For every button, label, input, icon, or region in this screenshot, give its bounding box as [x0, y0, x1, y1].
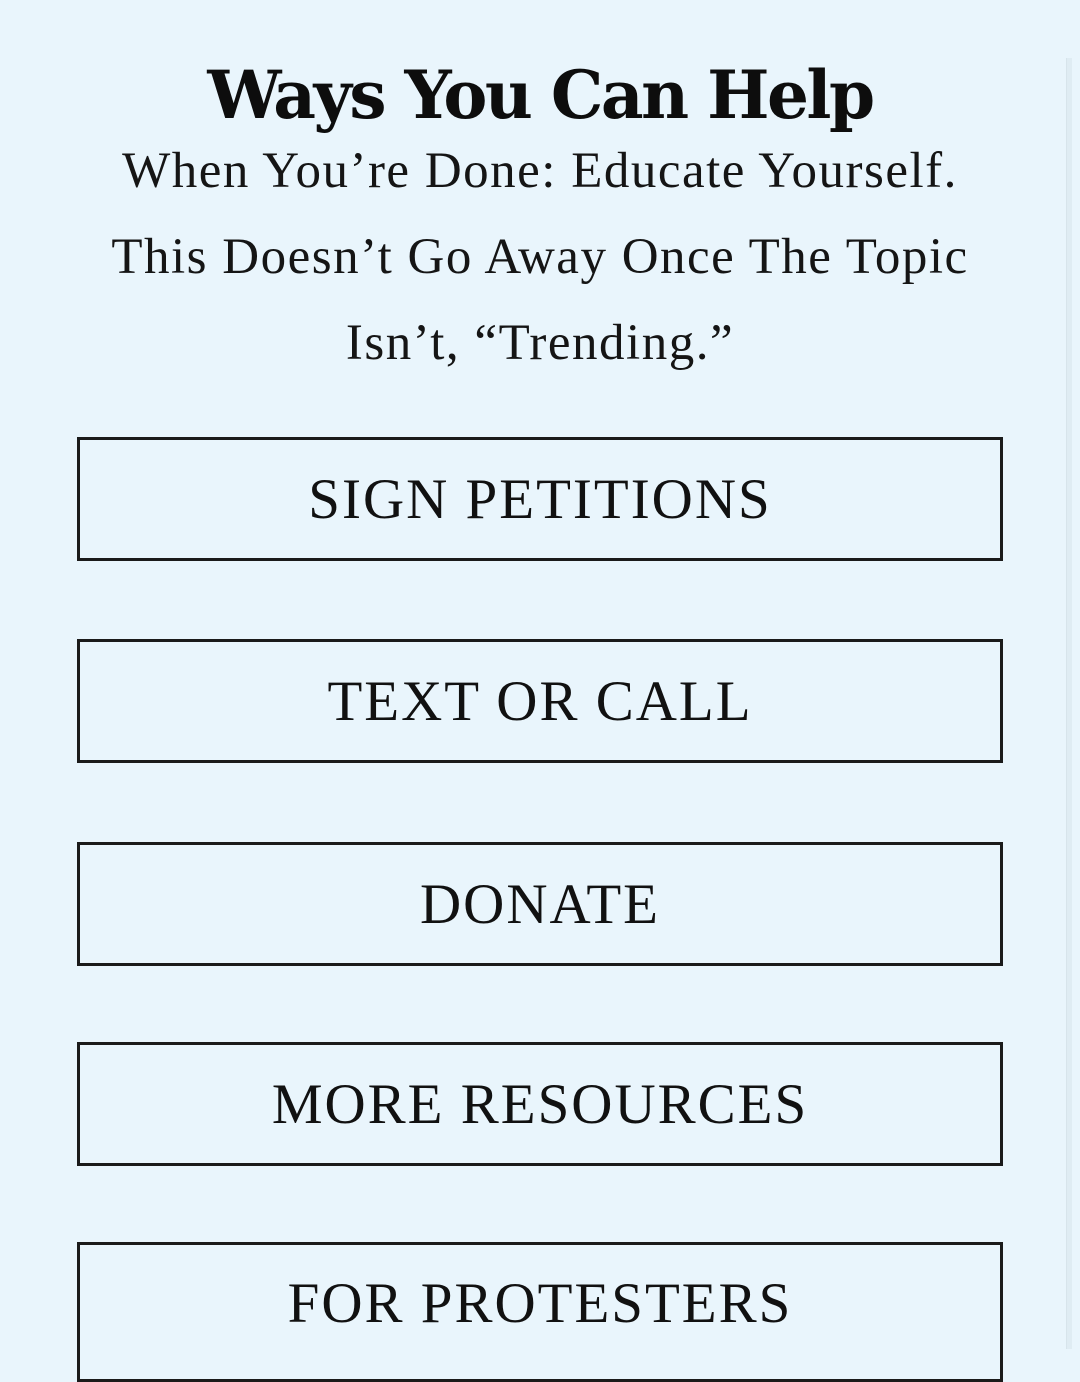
- for-protesters-button[interactable]: FOR PROTESTERS: [77, 1242, 1003, 1382]
- page-title: Ways You Can Help: [207, 56, 875, 135]
- scrollbar-track[interactable]: [1066, 58, 1072, 1349]
- intro-line: This Doesn’t Go Away Once The Topic: [111, 229, 969, 285]
- intro-text: When You’re Done: Educate Yourself. This…: [60, 128, 1020, 386]
- text-or-call-button[interactable]: TEXT OR CALL: [77, 639, 1003, 763]
- donate-button[interactable]: DONATE: [77, 842, 1003, 966]
- intro-line: Isn’t, “Trending.”: [345, 315, 735, 371]
- intro-line: When You’re Done: Educate Yourself.: [122, 143, 958, 199]
- more-resources-button[interactable]: MORE RESOURCES: [77, 1042, 1003, 1166]
- sign-petitions-button[interactable]: SIGN PETITIONS: [77, 437, 1003, 561]
